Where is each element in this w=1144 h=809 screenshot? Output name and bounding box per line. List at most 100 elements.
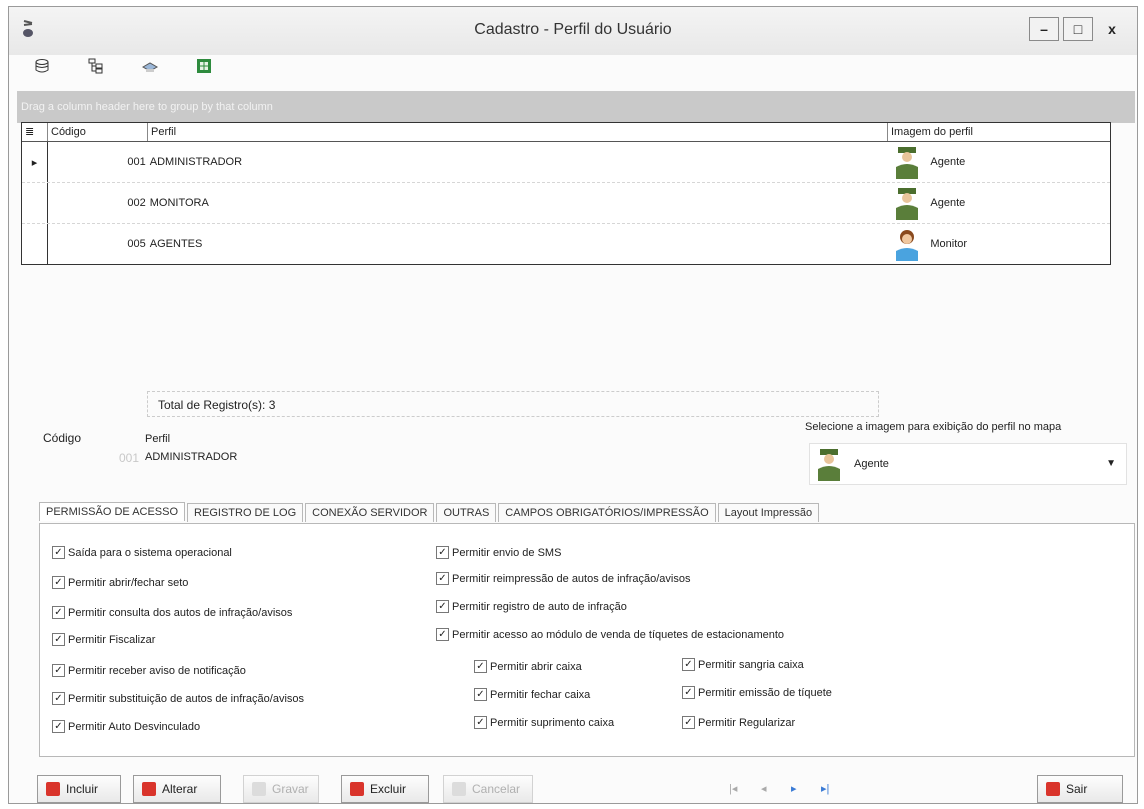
check-icon: ✓ <box>474 688 487 701</box>
tab-layout[interactable]: Layout Impressão <box>717 503 820 522</box>
column-chooser-icon[interactable]: ≣ <box>22 123 48 141</box>
maximize-button[interactable]: □ <box>1063 17 1093 41</box>
check-icon: ✓ <box>682 658 695 671</box>
group-by-bar[interactable]: Drag a column header here to group by th… <box>17 91 1135 123</box>
header-imagem[interactable]: Imagem do perfil <box>888 123 1110 141</box>
check-icon: ✓ <box>474 716 487 729</box>
toolbar <box>33 57 213 75</box>
monitor-avatar-icon <box>896 230 919 261</box>
check-icon: ✓ <box>436 600 449 613</box>
nav-last-button[interactable]: ▸| <box>821 782 829 795</box>
check-icon: ✓ <box>52 664 65 677</box>
table-row[interactable]: ▸ 001 ADMINISTRADOR Agente <box>22 142 1110 183</box>
print-icon[interactable] <box>141 57 159 75</box>
table-row[interactable]: 005 AGENTES Monitor <box>22 224 1110 264</box>
perm-checkbox[interactable]: ✓ Permitir substituição de autos de infra… <box>52 692 304 705</box>
cell-codigo: 001 <box>127 156 146 168</box>
nav-next-button[interactable]: ▸ <box>791 782 797 795</box>
row-indicator-icon: ▸ <box>22 142 48 182</box>
table-row[interactable]: 002 MONITORA Agente <box>22 183 1110 224</box>
tab-registro-log[interactable]: REGISTRO DE LOG <box>187 503 304 522</box>
incluir-button[interactable]: Incluir <box>37 775 121 803</box>
tab-strip: PERMISSÃO DE ACESSO REGISTRO DE LOG CONE… <box>39 502 821 522</box>
edit-icon <box>142 782 156 796</box>
cell-imagem: Monitor <box>930 238 968 250</box>
check-icon: ✓ <box>682 686 695 699</box>
exit-icon <box>1046 782 1060 796</box>
check-icon: ✓ <box>52 692 65 705</box>
gravar-button[interactable]: Gravar <box>243 775 319 803</box>
perm-checkbox[interactable]: ✓ Permitir envio de SMS <box>436 546 561 559</box>
perm-checkbox[interactable]: ✓ Permitir abrir caixa <box>474 660 582 673</box>
check-icon: ✓ <box>52 720 65 733</box>
minimize-button[interactable]: – <box>1029 17 1059 41</box>
nav-prev-button[interactable]: ◂ <box>761 782 767 795</box>
check-icon: ✓ <box>436 628 449 641</box>
perm-checkbox[interactable]: ✓ Permitir consulta dos autos de infração… <box>52 606 292 619</box>
cell-perfil: AGENTES <box>149 238 203 250</box>
delete-icon <box>350 782 364 796</box>
codigo-label: Código <box>43 431 82 445</box>
window-title: Cadastro - Perfil do Usuário <box>474 21 672 38</box>
tab-outras[interactable]: OUTRAS <box>436 503 497 522</box>
header-codigo[interactable]: Código <box>48 123 148 141</box>
permissions-panel: ✓ Saída para o sistema operacional ✓ Permi… <box>39 523 1135 757</box>
excel-icon[interactable] <box>195 57 213 75</box>
cell-perfil: MONITORA <box>149 197 209 209</box>
check-icon: ✓ <box>436 546 449 559</box>
perm-checkbox[interactable]: ✓ Permitir Auto Desvinculado <box>52 720 200 733</box>
check-icon: ✓ <box>52 606 65 619</box>
close-button[interactable]: x <box>1097 17 1127 41</box>
cell-codigo: 005 <box>127 238 146 250</box>
db-icon[interactable] <box>33 57 51 75</box>
perm-checkbox[interactable]: ✓ Permitir emissão de tíquete <box>682 686 832 699</box>
check-icon: ✓ <box>436 572 449 585</box>
excluir-button[interactable]: Excluir <box>341 775 429 803</box>
perm-checkbox[interactable]: ✓ Permitir receber aviso de notificação <box>52 664 246 677</box>
chevron-down-icon[interactable]: ▼ <box>1106 458 1116 469</box>
cell-imagem: Agente <box>930 156 966 168</box>
image-select-value: Agente <box>854 458 889 470</box>
image-select-label: Selecione a imagem para exibição do perf… <box>805 421 1062 433</box>
grid-header: ≣ Código Perfil Imagem do perfil <box>22 123 1110 142</box>
save-icon <box>252 782 266 796</box>
perm-checkbox[interactable]: ✓ Permitir Fiscalizar <box>52 633 155 646</box>
perm-checkbox[interactable]: ✓ Permitir reimpressão de autos de infraç… <box>436 572 690 585</box>
add-icon <box>46 782 60 796</box>
main-window: Cadastro - Perfil do Usuário – □ x Drag … <box>8 6 1138 804</box>
perm-checkbox[interactable]: ✓ Permitir abrir/fechar seto <box>52 576 188 589</box>
agent-avatar-icon <box>896 147 919 179</box>
perm-checkbox[interactable]: ✓ Permitir sangria caixa <box>682 658 804 671</box>
perm-checkbox[interactable]: ✓ Permitir Regularizar <box>682 716 795 729</box>
perm-checkbox[interactable]: ✓ Saída para o sistema operacional <box>52 546 232 559</box>
cell-imagem: Agente <box>930 197 966 209</box>
cancel-icon <box>452 782 466 796</box>
tab-permissao[interactable]: PERMISSÃO DE ACESSO <box>39 502 186 521</box>
tree-icon[interactable] <box>87 57 105 75</box>
title-bar: Cadastro - Perfil do Usuário – □ x <box>9 7 1137 55</box>
nav-first-button[interactable]: |◂ <box>729 782 737 795</box>
sair-button[interactable]: Sair <box>1037 775 1123 803</box>
perm-checkbox[interactable]: ✓ Permitir suprimento caixa <box>474 716 614 729</box>
perm-checkbox[interactable]: ✓ Permitir registro de auto de infração <box>436 600 627 613</box>
perm-checkbox[interactable]: ✓ Permitir fechar caixa <box>474 688 590 701</box>
profiles-grid: ≣ Código Perfil Imagem do perfil ▸ 001 A… <box>21 122 1111 265</box>
cancelar-button[interactable]: Cancelar <box>443 775 533 803</box>
perm-checkbox[interactable]: ✓ Permitir acesso ao módulo de venda de t… <box>436 628 784 641</box>
codigo-value[interactable]: 001 <box>97 451 139 465</box>
tab-campos[interactable]: CAMPOS OBRIGATÓRIOS/IMPRESSÃO <box>498 503 716 522</box>
agent-avatar-icon <box>896 188 919 220</box>
alterar-button[interactable]: Alterar <box>133 775 221 803</box>
record-count: Total de Registro(s): 3 <box>147 391 879 417</box>
check-icon: ✓ <box>474 660 487 673</box>
check-icon: ✓ <box>52 576 65 589</box>
agent-avatar-icon <box>818 449 840 481</box>
check-icon: ✓ <box>682 716 695 729</box>
header-perfil[interactable]: Perfil <box>148 123 888 141</box>
perfil-value[interactable]: ADMINISTRADOR <box>145 451 237 463</box>
check-icon: ✓ <box>52 546 65 559</box>
profile-image-select[interactable]: Agente ▼ <box>809 443 1127 485</box>
tab-conexao[interactable]: CONEXÃO SERVIDOR <box>305 503 435 522</box>
cell-codigo: 002 <box>127 197 146 209</box>
perfil-label: Perfil <box>145 433 171 445</box>
